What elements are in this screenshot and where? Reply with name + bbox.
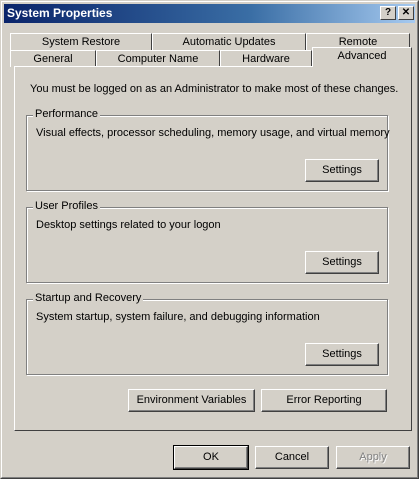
user-profiles-settings-button[interactable]: Settings: [305, 251, 379, 274]
environment-variables-button[interactable]: Environment Variables: [128, 389, 255, 412]
button-label: Settings: [322, 256, 362, 268]
close-icon: ✕: [401, 7, 411, 18]
group-label: User Profiles: [33, 200, 100, 212]
button-label: Settings: [322, 348, 362, 360]
startup-recovery-group: Startup and Recovery System startup, sys…: [26, 292, 388, 375]
tab-automatic-updates[interactable]: Automatic Updates: [152, 33, 306, 50]
startup-recovery-settings-button[interactable]: Settings: [305, 343, 379, 366]
help-icon: ?: [384, 7, 392, 18]
tab-label: Computer Name: [117, 53, 199, 65]
tab-label: Automatic Updates: [182, 36, 276, 48]
button-label: OK: [203, 451, 219, 463]
performance-settings-button[interactable]: Settings: [305, 159, 379, 182]
admin-notice: You must be logged on as an Administrato…: [30, 83, 399, 95]
advanced-tab-panel: You must be logged on as an Administrato…: [14, 66, 412, 431]
group-description: System startup, system failure, and debu…: [36, 311, 320, 323]
tab-label: Advanced: [337, 50, 387, 62]
group-label: Performance: [33, 108, 100, 120]
help-button[interactable]: ?: [380, 6, 396, 20]
ok-button[interactable]: OK: [173, 445, 249, 470]
button-label: Error Reporting: [286, 394, 362, 406]
group-description: Desktop settings related to your logon: [36, 219, 221, 231]
close-button[interactable]: ✕: [398, 6, 414, 20]
tab-advanced[interactable]: Advanced: [312, 47, 412, 67]
title-bar[interactable]: System Properties ? ✕: [4, 4, 415, 23]
button-label: Cancel: [274, 451, 310, 463]
tab-general[interactable]: General: [10, 50, 96, 67]
user-profiles-group: User Profiles Desktop settings related t…: [26, 200, 388, 283]
tab-system-restore[interactable]: System Restore: [10, 33, 152, 50]
tab-label: System Restore: [41, 36, 121, 48]
button-label: Environment Variables: [136, 394, 247, 406]
tab-label: Hardware: [242, 53, 290, 65]
tab-hardware[interactable]: Hardware: [220, 50, 312, 67]
button-label: Settings: [322, 164, 362, 176]
tab-computer-name[interactable]: Computer Name: [96, 50, 220, 67]
group-description: Visual effects, processor scheduling, me…: [36, 127, 390, 139]
cancel-button[interactable]: Cancel: [255, 446, 329, 469]
error-reporting-button[interactable]: Error Reporting: [261, 389, 387, 412]
performance-group: Performance Visual effects, processor sc…: [26, 108, 390, 191]
button-label: Apply: [359, 451, 387, 463]
group-label: Startup and Recovery: [33, 292, 144, 304]
window-title: System Properties: [7, 6, 113, 20]
tab-label: General: [33, 53, 73, 65]
system-properties-window: System Properties ? ✕ System Restore Aut…: [0, 0, 419, 479]
apply-button[interactable]: Apply: [336, 446, 410, 469]
